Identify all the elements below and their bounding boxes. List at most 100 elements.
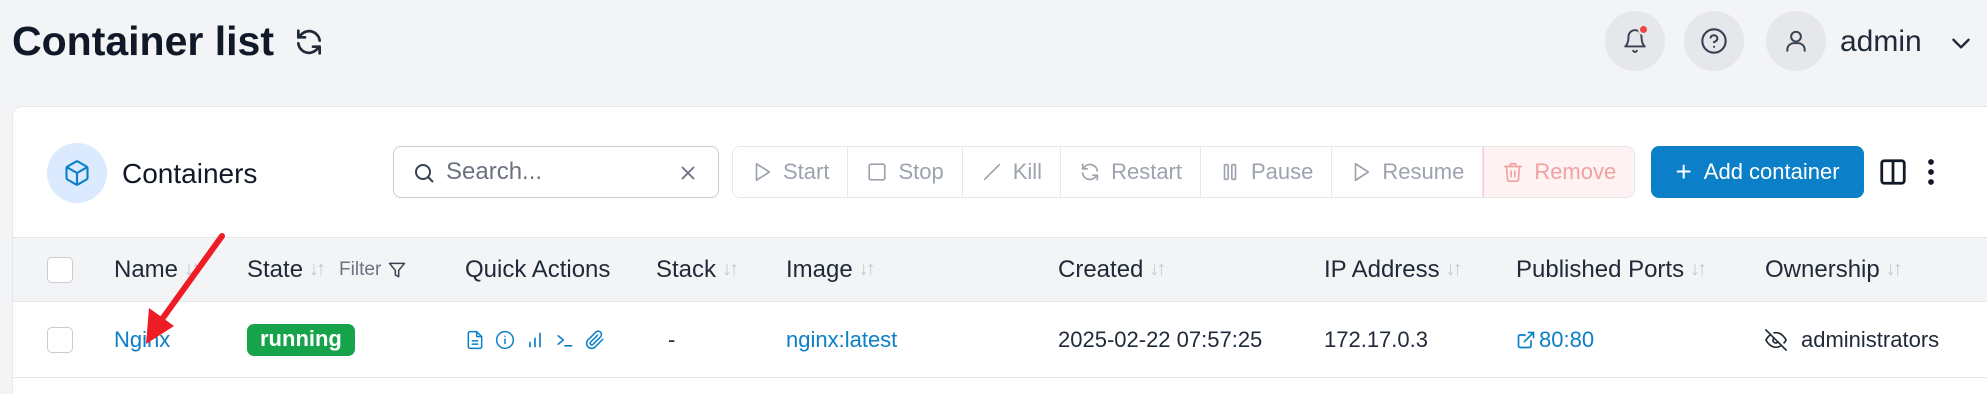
notification-dot — [1638, 24, 1649, 35]
sort-icon[interactable]: ↓↑ — [184, 258, 201, 281]
user-name[interactable]: admin — [1840, 22, 1922, 62]
column-header-state[interactable]: State ↓↑ Filter — [247, 238, 407, 301]
start-button[interactable]: Start — [733, 147, 849, 197]
kill-label: Kill — [1012, 159, 1043, 184]
column-label: Image — [786, 255, 853, 283]
stop-button[interactable]: Stop — [848, 147, 963, 197]
port-value: 80:80 — [1539, 326, 1595, 352]
cell-ip-address: 172.17.0.3 — [1324, 302, 1428, 377]
play-icon — [1355, 162, 1370, 182]
square-icon — [868, 163, 887, 181]
sort-icon[interactable]: ↓↑ — [1149, 258, 1166, 281]
stack-value: - — [668, 326, 676, 352]
container-actions-group: Start Stop Kill Restart Pause Resume Rem… — [732, 146, 1636, 198]
add-container-button[interactable]: + Add container — [1651, 146, 1864, 198]
cell-state: running — [247, 302, 355, 377]
column-header-published-ports[interactable]: Published Ports ↓↑ — [1516, 238, 1707, 301]
row-select-cell — [47, 302, 73, 377]
cell-quick-actions — [465, 302, 605, 377]
refresh-icon[interactable] — [293, 26, 325, 58]
resume-button[interactable]: Resume — [1332, 147, 1484, 197]
stats-icon[interactable] — [525, 330, 545, 350]
resume-label: Resume — [1382, 159, 1465, 184]
columns-icon[interactable] — [1878, 157, 1908, 187]
state-filter-button[interactable]: Filter — [339, 259, 407, 281]
more-options-icon[interactable] — [1923, 157, 1939, 187]
column-header-stack[interactable]: Stack ↓↑ — [656, 238, 739, 301]
widget-header: Containers Start Stop Kill — [13, 107, 1987, 237]
play-icon — [755, 162, 771, 182]
trash-icon — [1504, 162, 1523, 182]
column-label: Published Ports — [1516, 255, 1685, 283]
help-icon — [1701, 28, 1727, 54]
column-header-ip-address[interactable]: IP Address ↓↑ — [1324, 238, 1463, 301]
plus-icon: + — [1675, 156, 1692, 187]
page-title: Container list — [12, 18, 274, 64]
filter-label: Filter — [339, 258, 382, 280]
sort-icon[interactable]: ↓↑ — [1446, 258, 1463, 281]
remove-button[interactable]: Remove — [1483, 147, 1635, 197]
restart-label: Restart — [1111, 159, 1182, 184]
cell-stack: - — [668, 302, 675, 377]
status-badge: running — [247, 323, 355, 356]
column-header-name[interactable]: Name ↓↑ — [114, 238, 201, 301]
sort-icon[interactable]: ↓↑ — [859, 258, 876, 281]
chevron-down-icon[interactable] — [1948, 30, 1974, 56]
column-label: Quick Actions — [465, 255, 611, 283]
cell-created: 2025-02-22 07:57:25 — [1058, 302, 1262, 377]
attach-icon[interactable] — [585, 329, 605, 350]
cell-name: Nginx — [114, 302, 170, 377]
column-label: Name — [114, 255, 179, 283]
logs-icon[interactable] — [465, 330, 485, 350]
ip-value: 172.17.0.3 — [1324, 326, 1428, 352]
row-checkbox[interactable] — [47, 326, 73, 353]
notifications-button[interactable] — [1605, 11, 1665, 71]
column-header-quick-actions: Quick Actions — [465, 238, 610, 301]
select-all-checkbox[interactable] — [47, 256, 73, 283]
slash-icon — [983, 163, 1000, 181]
search-box — [393, 146, 719, 198]
image-link[interactable]: nginx:latest — [786, 327, 897, 353]
column-label: IP Address — [1324, 255, 1440, 283]
refresh-icon — [1081, 163, 1099, 181]
sort-icon[interactable]: ↓↑ — [309, 258, 326, 281]
table-header: Name ↓↑ State ↓↑ Filter Quick Actions Stac… — [13, 237, 1987, 302]
created-value: 2025-02-22 07:57:25 — [1058, 326, 1263, 352]
widget-title: Containers — [122, 158, 258, 189]
start-label: Start — [783, 159, 830, 184]
page-header: Container list admin — [0, 0, 1987, 84]
port-link[interactable]: 80:80 — [1516, 327, 1594, 353]
search-input[interactable] — [446, 155, 666, 189]
kill-button[interactable]: Kill — [962, 147, 1062, 197]
column-header-ownership[interactable]: Ownership ↓↑ — [1765, 238, 1903, 301]
help-button[interactable] — [1684, 11, 1744, 71]
add-container-label: Add container — [1703, 159, 1840, 184]
console-icon[interactable] — [555, 330, 575, 350]
close-icon[interactable] — [677, 162, 699, 184]
cell-published-ports: 80:80 — [1516, 302, 1594, 377]
pause-icon — [1223, 163, 1237, 181]
ownership-value: administrators — [1801, 326, 1940, 352]
external-link-icon — [1517, 331, 1535, 348]
user-menu-button[interactable] — [1766, 11, 1826, 71]
cell-ownership: administrators — [1765, 302, 1939, 377]
restart-button[interactable]: Restart — [1061, 147, 1201, 197]
filter-icon — [389, 262, 406, 277]
column-label: Created — [1058, 255, 1144, 283]
pause-button[interactable]: Pause — [1201, 147, 1333, 197]
column-header-image[interactable]: Image ↓↑ — [786, 238, 876, 301]
containers-widget: Containers Start Stop Kill — [12, 106, 1987, 394]
container-name-link[interactable]: Nginx — [114, 327, 170, 353]
sort-icon[interactable]: ↓↑ — [722, 258, 739, 281]
cell-image: nginx:latest — [786, 302, 897, 377]
stop-label: Stop — [898, 159, 944, 184]
search-icon — [415, 164, 434, 183]
eye-off-icon — [1765, 328, 1787, 351]
sort-icon[interactable]: ↓↑ — [1690, 258, 1707, 281]
table-row: Nginx running - nginx:latest 2025-02-22 … — [13, 302, 1987, 378]
column-header-created[interactable]: Created ↓↑ — [1058, 238, 1166, 301]
column-label: Ownership — [1765, 255, 1880, 283]
column-label: Stack — [656, 255, 717, 283]
info-icon[interactable] — [495, 330, 515, 350]
sort-icon[interactable]: ↓↑ — [1886, 258, 1903, 281]
